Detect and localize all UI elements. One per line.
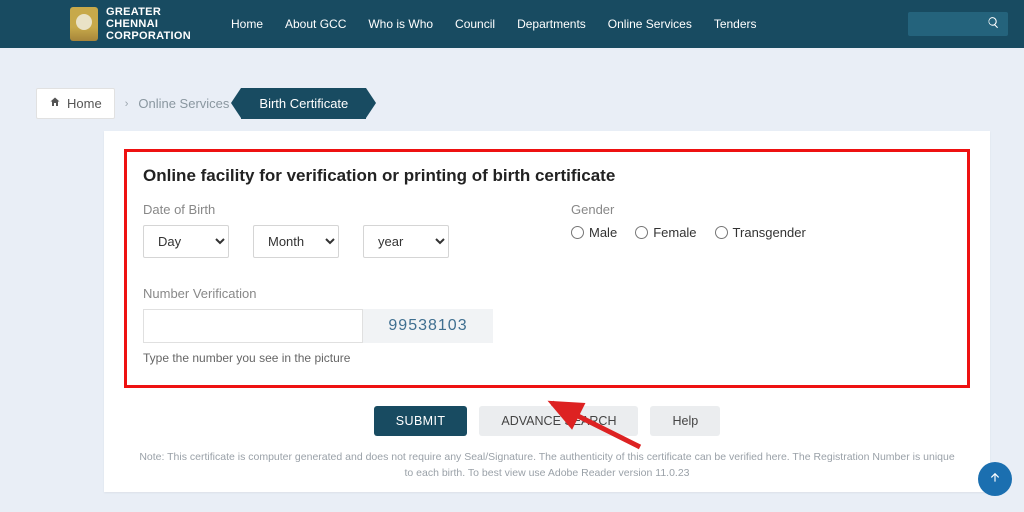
breadcrumb: Home › Online Services Birth Certificate xyxy=(36,88,1024,119)
arrow-up-icon xyxy=(988,470,1002,489)
number-verification-group: Number Verification 99538103 Type the nu… xyxy=(143,286,951,365)
brand[interactable]: GREATER CHENNAI CORPORATION xyxy=(70,6,191,42)
advance-search-button[interactable]: ADVANCE SEARCH xyxy=(479,406,638,436)
breadcrumb-current: Birth Certificate xyxy=(241,88,366,119)
nav-council[interactable]: Council xyxy=(455,17,495,31)
search-icon xyxy=(987,16,1000,32)
nav-departments[interactable]: Departments xyxy=(517,17,586,31)
dob-group: Date of Birth Day Month year xyxy=(143,202,523,258)
help-button[interactable]: Help xyxy=(650,406,720,436)
scroll-top-button[interactable] xyxy=(978,462,1012,496)
home-icon xyxy=(49,96,61,111)
nav-tenders[interactable]: Tenders xyxy=(714,17,757,31)
captcha-image: 99538103 xyxy=(363,309,493,343)
brand-text: GREATER CHENNAI CORPORATION xyxy=(106,6,191,42)
gender-transgender[interactable]: Transgender xyxy=(715,225,806,240)
month-select[interactable]: Month xyxy=(253,225,339,258)
highlighted-form-area: Online facility for verification or prin… xyxy=(124,149,970,388)
footer-note: Note: This certificate is computer gener… xyxy=(124,450,970,482)
breadcrumb-home[interactable]: Home xyxy=(36,88,115,119)
captcha-input[interactable] xyxy=(143,309,363,343)
gender-female[interactable]: Female xyxy=(635,225,696,240)
year-select[interactable]: year xyxy=(363,225,449,258)
gender-male[interactable]: Male xyxy=(571,225,617,240)
nav-links: Home About GCC Who is Who Council Depart… xyxy=(231,17,908,31)
nv-label: Number Verification xyxy=(143,286,951,301)
gender-group: Gender Male Female Transgender xyxy=(571,202,951,258)
form-title: Online facility for verification or prin… xyxy=(143,166,951,186)
nav-online-services[interactable]: Online Services xyxy=(608,17,692,31)
gcc-logo-icon xyxy=(70,7,98,41)
nav-home[interactable]: Home xyxy=(231,17,263,31)
day-select[interactable]: Day xyxy=(143,225,229,258)
nav-who[interactable]: Who is Who xyxy=(368,17,433,31)
button-row: SUBMIT ADVANCE SEARCH Help xyxy=(124,406,970,436)
main-card: Online facility for verification or prin… xyxy=(104,131,990,492)
captcha-hint: Type the number you see in the picture xyxy=(143,351,951,365)
top-navbar: GREATER CHENNAI CORPORATION Home About G… xyxy=(0,0,1024,48)
breadcrumb-sep-icon: › xyxy=(125,98,129,110)
dob-label: Date of Birth xyxy=(143,202,523,217)
breadcrumb-home-label: Home xyxy=(67,96,102,111)
breadcrumb-services[interactable]: Online Services xyxy=(138,96,229,111)
submit-button[interactable]: SUBMIT xyxy=(374,406,468,436)
gender-label: Gender xyxy=(571,202,951,217)
search-input[interactable] xyxy=(908,12,1008,36)
nav-about[interactable]: About GCC xyxy=(285,17,346,31)
